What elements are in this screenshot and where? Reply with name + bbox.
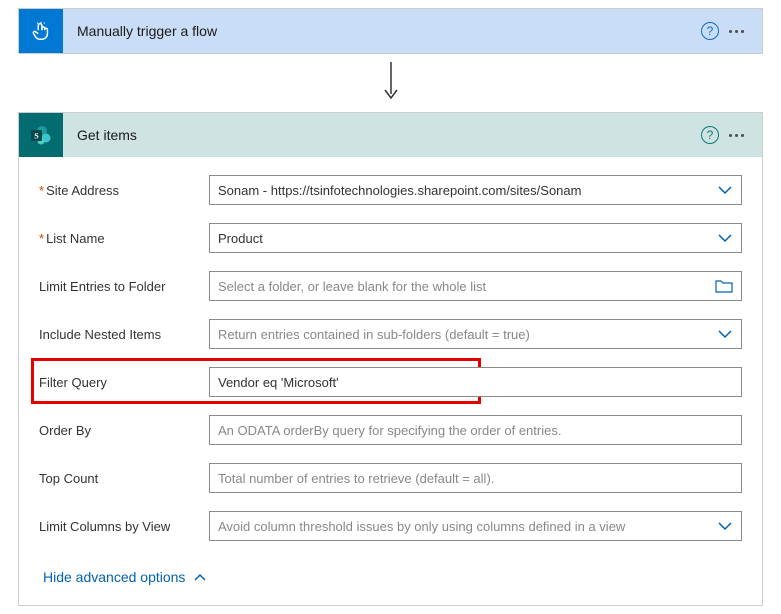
more-menu-icon[interactable] xyxy=(729,30,744,33)
sharepoint-icon: S xyxy=(19,113,63,157)
more-menu-icon[interactable] xyxy=(729,134,744,137)
chevron-down-icon[interactable] xyxy=(717,185,733,195)
svg-text:S: S xyxy=(34,132,39,141)
limit-columns-placeholder: Avoid column threshold issues by only us… xyxy=(218,519,625,534)
site-address-select[interactable]: Sonam - https://tsinfotechnologies.share… xyxy=(209,175,742,205)
trigger-card: Manually trigger a flow ? xyxy=(18,8,763,54)
filter-query-label: Filter Query xyxy=(39,375,209,390)
filter-query-row: Filter Query Vendor eq 'Microsoft' xyxy=(39,367,742,397)
include-nested-placeholder: Return entries contained in sub-folders … xyxy=(218,327,530,342)
limit-folder-label: Limit Entries to Folder xyxy=(39,279,209,294)
hide-advanced-link[interactable]: Hide advanced options xyxy=(39,559,742,603)
site-address-label: Site Address xyxy=(39,183,209,198)
list-name-row: List Name Product xyxy=(39,223,742,253)
top-count-label: Top Count xyxy=(39,471,209,486)
limit-columns-row: Limit Columns by View Avoid column thres… xyxy=(39,511,742,541)
order-by-label: Order By xyxy=(39,423,209,438)
action-title: Get items xyxy=(63,127,701,143)
list-name-select[interactable]: Product xyxy=(209,223,742,253)
site-address-row: Site Address Sonam - https://tsinfotechn… xyxy=(39,175,742,205)
chevron-down-icon[interactable] xyxy=(717,233,733,243)
trigger-header[interactable]: Manually trigger a flow ? xyxy=(19,9,762,53)
list-name-value: Product xyxy=(218,231,263,246)
flow-arrow-icon xyxy=(18,54,763,112)
chevron-down-icon[interactable] xyxy=(717,521,733,531)
action-card: S Get items ? Site Address Sonam - https… xyxy=(18,112,763,606)
filter-query-value: Vendor eq 'Microsoft' xyxy=(218,375,339,390)
order-by-placeholder: An ODATA orderBy query for specifying th… xyxy=(218,423,561,438)
folder-picker-icon[interactable] xyxy=(715,279,733,293)
order-by-input[interactable]: An ODATA orderBy query for specifying th… xyxy=(209,415,742,445)
limit-columns-select[interactable]: Avoid column threshold issues by only us… xyxy=(209,511,742,541)
include-nested-select[interactable]: Return entries contained in sub-folders … xyxy=(209,319,742,349)
list-name-label: List Name xyxy=(39,231,209,246)
help-icon[interactable]: ? xyxy=(701,126,719,144)
help-icon[interactable]: ? xyxy=(701,22,719,40)
filter-query-input[interactable]: Vendor eq 'Microsoft' xyxy=(209,367,742,397)
hide-advanced-label: Hide advanced options xyxy=(43,569,185,585)
include-nested-row: Include Nested Items Return entries cont… xyxy=(39,319,742,349)
limit-folder-row: Limit Entries to Folder Select a folder,… xyxy=(39,271,742,301)
site-address-value: Sonam - https://tsinfotechnologies.share… xyxy=(218,183,581,198)
action-body: Site Address Sonam - https://tsinfotechn… xyxy=(19,157,762,605)
limit-columns-label: Limit Columns by View xyxy=(39,519,209,534)
top-count-placeholder: Total number of entries to retrieve (def… xyxy=(218,471,494,486)
limit-folder-input[interactable]: Select a folder, or leave blank for the … xyxy=(209,271,742,301)
chevron-up-icon xyxy=(193,569,207,585)
top-count-row: Top Count Total number of entries to ret… xyxy=(39,463,742,493)
action-header[interactable]: S Get items ? xyxy=(19,113,762,157)
touch-icon xyxy=(19,9,63,53)
order-by-row: Order By An ODATA orderBy query for spec… xyxy=(39,415,742,445)
top-count-input[interactable]: Total number of entries to retrieve (def… xyxy=(209,463,742,493)
trigger-title: Manually trigger a flow xyxy=(63,23,701,39)
limit-folder-placeholder: Select a folder, or leave blank for the … xyxy=(218,279,486,294)
include-nested-label: Include Nested Items xyxy=(39,327,209,342)
chevron-down-icon[interactable] xyxy=(717,329,733,339)
